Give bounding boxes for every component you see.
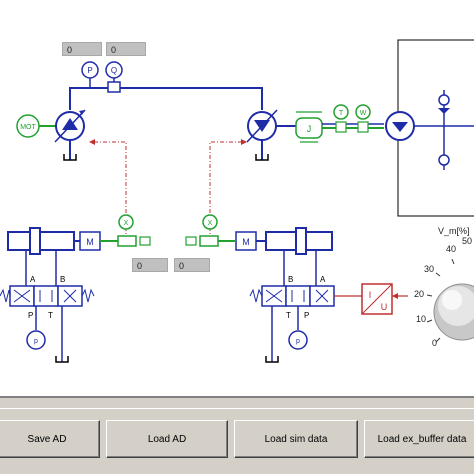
- hydraulic-schematic: P Q MOT J T W M X M X A B P T p B A T P …: [0, 39, 474, 363]
- svg-text:B: B: [288, 275, 293, 284]
- svg-text:P: P: [28, 311, 33, 320]
- current-voltage-converter: I U: [361, 283, 408, 315]
- dial-tick-10: 10: [416, 314, 427, 324]
- left-actuator: M: [7, 227, 118, 268]
- schematic-canvas: P Q MOT J T W M X M X A B P T p B A T P …: [0, 0, 474, 396]
- svg-text:p: p: [34, 338, 38, 345]
- right-position-sensor: X: [185, 214, 219, 247]
- dial-title: V_m[%]: [438, 226, 470, 236]
- divider-highlight: [0, 408, 474, 409]
- svg-text:A: A: [30, 275, 36, 284]
- svg-text:P: P: [304, 311, 309, 320]
- volume-dial[interactable]: [426, 258, 474, 343]
- svg-text:X: X: [208, 220, 213, 227]
- hydraulic-motor: [246, 109, 296, 161]
- left-position-readout: 0: [132, 258, 168, 272]
- left-directional-valve: A B P T p: [0, 268, 95, 363]
- dial-tick-40: 40: [446, 244, 457, 254]
- dial-tick-20: 20: [414, 289, 425, 299]
- load-pump: [385, 111, 415, 141]
- right-position-readout: 0: [174, 258, 210, 272]
- svg-text:W: W: [360, 110, 367, 117]
- right-directional-valve: B A T P p: [249, 268, 362, 363]
- save-ad-button[interactable]: Save AD: [0, 420, 100, 458]
- svg-text:T: T: [48, 311, 53, 320]
- right-actuator: M: [218, 227, 333, 268]
- svg-text:T: T: [339, 110, 344, 117]
- flow-readout: 0: [106, 42, 146, 56]
- load-sim-data-button[interactable]: Load sim data: [234, 420, 358, 458]
- supply-line: [69, 87, 263, 110]
- svg-text:A: A: [320, 275, 326, 284]
- variable-pump: [54, 109, 86, 161]
- svg-text:X: X: [124, 220, 129, 227]
- sensor-q-label: Q: [111, 66, 117, 75]
- speed-sensor: W: [355, 104, 371, 133]
- svg-text:T: T: [286, 311, 291, 320]
- pressure-readout: 0: [62, 42, 102, 56]
- dial-tick-50: 50: [462, 236, 473, 246]
- pressure-sensor: P: [81, 61, 99, 79]
- divider-top: [0, 396, 474, 398]
- left-position-sensor: X: [117, 214, 151, 247]
- svg-text:J: J: [307, 124, 312, 134]
- load-ex-buffer-button[interactable]: Load ex_buffer data: [364, 420, 474, 458]
- check-valves: [414, 90, 474, 170]
- svg-text:M: M: [242, 237, 250, 247]
- dial-tick-0: 0: [432, 338, 438, 348]
- dial-tick-30: 30: [424, 264, 435, 274]
- drive-motor: MOT: [16, 114, 56, 138]
- sensor-p-label: P: [87, 66, 92, 75]
- flow-sensor: Q: [105, 61, 123, 93]
- svg-text:MOT: MOT: [20, 124, 36, 131]
- load-ad-button[interactable]: Load AD: [106, 420, 228, 458]
- svg-text:M: M: [86, 237, 94, 247]
- svg-text:B: B: [60, 275, 65, 284]
- svg-text:U: U: [381, 302, 388, 312]
- svg-text:I: I: [369, 290, 372, 300]
- torque-sensor: T: [333, 104, 349, 133]
- svg-text:p: p: [296, 338, 300, 345]
